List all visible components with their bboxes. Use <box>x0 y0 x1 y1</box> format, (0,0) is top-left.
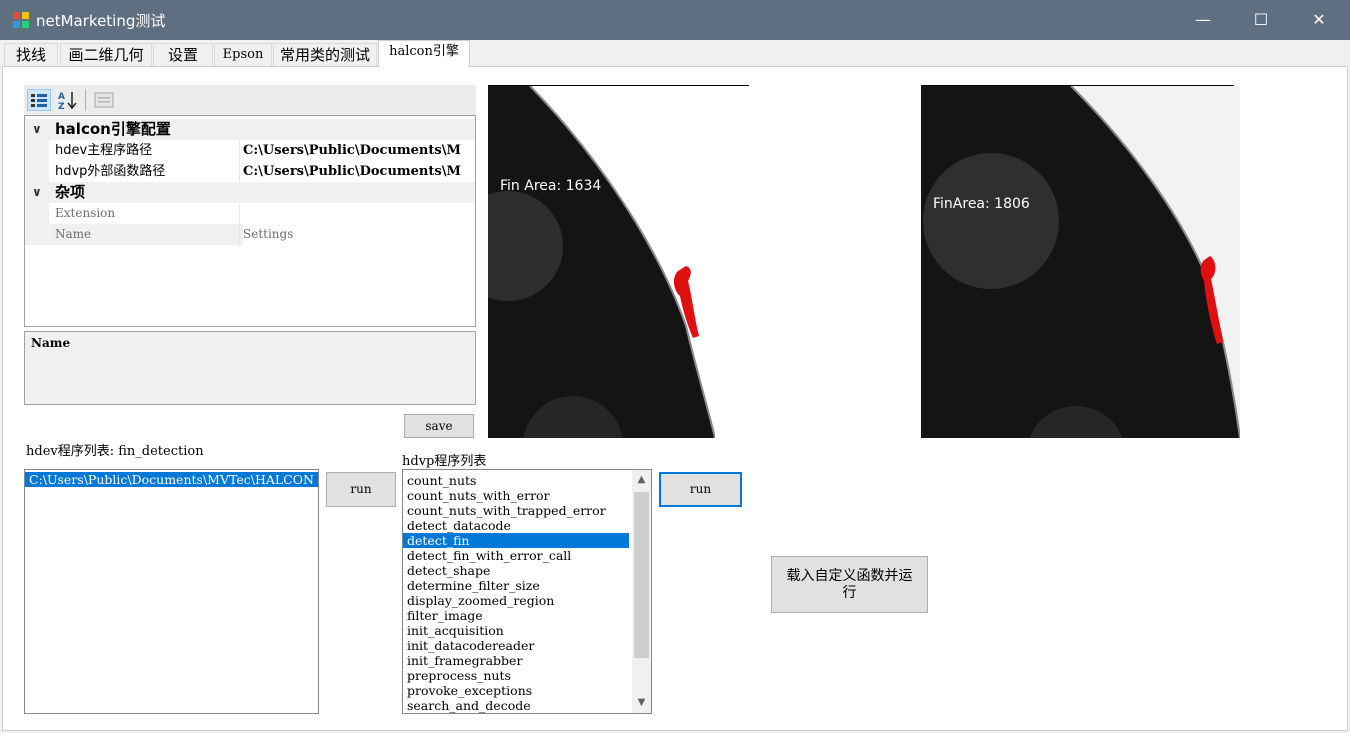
hdvp-run-button[interactable]: run <box>659 472 742 507</box>
svg-text:A: A <box>58 92 65 102</box>
button-label-line2: 行 <box>842 585 857 601</box>
hdvp-list-label: hdvp程序列表 <box>402 454 487 469</box>
result-image-1: Fin Area: 1634 <box>488 86 715 438</box>
property-value[interactable]: C:\Users\Public\Documents\M <box>243 161 461 182</box>
hdev-listbox[interactable]: C:\Users\Public\Documents\MVTec\HALCON <box>24 469 319 714</box>
fin-image-2 <box>923 86 1240 438</box>
row-gutter <box>25 224 49 245</box>
button-label-line1: 载入自定义函数并运 <box>786 568 913 584</box>
column-divider[interactable] <box>239 203 240 224</box>
list-item[interactable]: init_framegrabber <box>403 653 633 668</box>
list-item[interactable]: filter_image <box>403 608 633 623</box>
property-name: hdvp外部函数路径 <box>55 164 166 179</box>
list-item[interactable]: determine_filter_size <box>403 578 633 593</box>
column-divider[interactable] <box>239 140 240 161</box>
toolbar-separator <box>85 89 86 111</box>
scroll-thumb[interactable] <box>634 492 649 658</box>
list-item[interactable]: count_nuts_with_error <box>403 488 633 503</box>
save-button[interactable]: save <box>404 414 474 438</box>
app-icon <box>12 11 30 29</box>
list-item[interactable]: detect_shape <box>403 563 633 578</box>
category-misc[interactable]: ∨ 杂项 <box>25 182 475 203</box>
property-pages-icon[interactable] <box>92 89 116 111</box>
help-title: Name <box>31 336 71 350</box>
column-divider[interactable] <box>239 161 240 182</box>
hdev-list-label: hdev程序列表: fin_detection <box>26 444 204 459</box>
list-item[interactable]: detect_fin_with_error_call <box>403 548 633 563</box>
image-2-caption: FinArea: 1806 <box>933 196 1030 212</box>
property-name: Name <box>55 227 92 241</box>
minimize-button[interactable]: — <box>1174 0 1232 40</box>
tab-draw-2d-geometry[interactable]: 画二维几何 <box>60 43 152 66</box>
category-label: 杂项 <box>55 183 86 201</box>
tab-halcon-engine[interactable]: halcon引擎 <box>378 40 470 67</box>
category-halcon-config[interactable]: ∨ halcon引擎配置 <box>25 119 475 140</box>
property-grid: ∨ halcon引擎配置 hdev主程序路径 C:\Users\Public\D… <box>24 115 476 327</box>
property-row-extension[interactable]: Extension <box>25 203 475 224</box>
property-grid-toolbar: A Z <box>24 85 476 115</box>
property-row-hdvp-path[interactable]: hdvp外部函数路径 C:\Users\Public\Documents\M <box>25 161 475 182</box>
tab-common-class-test[interactable]: 常用类的测试 <box>273 43 377 66</box>
scroll-up-icon[interactable]: ▲ <box>632 470 651 490</box>
property-name: Extension <box>55 206 116 220</box>
list-item[interactable]: display_zoomed_region <box>403 593 633 608</box>
tab-settings[interactable]: 设置 <box>153 43 213 66</box>
hdvp-listbox[interactable]: count_nuts count_nuts_with_error count_n… <box>402 469 652 714</box>
image-1-caption: Fin Area: 1634 <box>500 178 602 194</box>
list-item[interactable]: detect_datacode <box>403 518 633 533</box>
row-gutter <box>25 140 49 161</box>
load-custom-function-button[interactable]: 载入自定义函数并运 行 <box>771 556 928 613</box>
list-item-selected[interactable]: detect_fin <box>403 533 629 548</box>
property-value[interactable]: Settings <box>243 224 475 245</box>
list-item[interactable]: init_datacodereader <box>403 638 633 653</box>
title-bar: netMarketing测试 — ☐ ✕ <box>0 0 1350 40</box>
list-item[interactable]: provoke_exceptions <box>403 683 633 698</box>
alphabetical-sort-icon[interactable]: A Z <box>55 89 79 112</box>
list-item[interactable]: count_nuts <box>403 473 633 488</box>
row-gutter <box>25 161 49 182</box>
property-name: hdev主程序路径 <box>55 143 153 158</box>
column-divider[interactable] <box>239 224 240 245</box>
list-item[interactable]: init_acquisition <box>403 623 633 638</box>
scroll-down-icon[interactable]: ▼ <box>632 693 651 713</box>
window-title: netMarketing测试 <box>36 12 166 30</box>
chevron-down-icon[interactable]: ∨ <box>32 182 42 203</box>
result-image-2: FinArea: 1806 <box>921 86 1240 438</box>
property-help-pane: Name <box>24 331 476 405</box>
list-item[interactable]: preprocess_nuts <box>403 668 633 683</box>
tab-find-line[interactable]: 找线 <box>4 43 58 66</box>
chevron-down-icon[interactable]: ∨ <box>32 119 42 140</box>
svg-text:Z: Z <box>58 102 65 111</box>
property-row-name[interactable]: Name Settings <box>25 224 475 245</box>
close-button[interactable]: ✕ <box>1290 0 1348 40</box>
property-row-hdev-path[interactable]: hdev主程序路径 C:\Users\Public\Documents\M <box>25 140 475 161</box>
hdev-run-button[interactable]: run <box>326 472 396 507</box>
hdvp-scrollbar[interactable]: ▲ ▼ <box>632 470 651 713</box>
categorized-view-icon[interactable] <box>27 89 51 111</box>
fin-image-1 <box>488 86 715 438</box>
list-item[interactable]: count_nuts_with_trapped_error <box>403 503 633 518</box>
tab-epson[interactable]: Epson <box>214 43 272 66</box>
maximize-button[interactable]: ☐ <box>1232 0 1290 40</box>
row-gutter <box>25 203 49 224</box>
category-label: halcon引擎配置 <box>55 120 171 138</box>
list-item[interactable]: search_and_decode <box>403 698 633 713</box>
property-value[interactable]: C:\Users\Public\Documents\M <box>243 140 461 161</box>
list-item[interactable]: C:\Users\Public\Documents\MVTec\HALCON <box>25 472 318 487</box>
